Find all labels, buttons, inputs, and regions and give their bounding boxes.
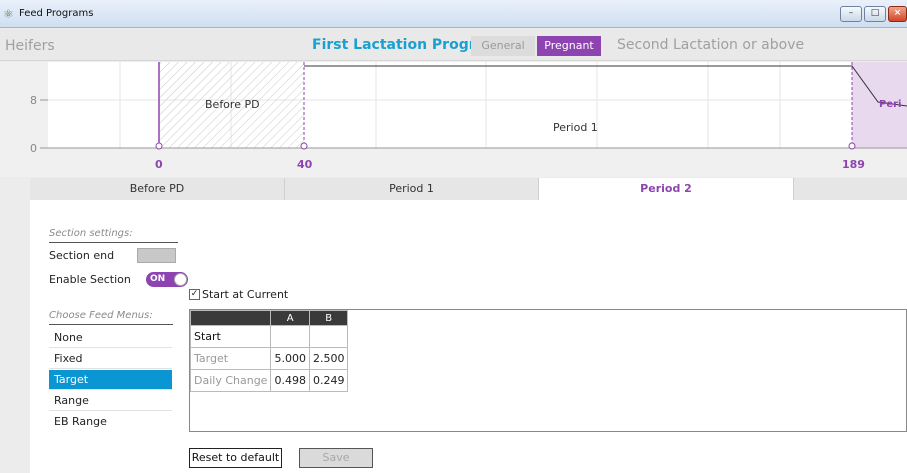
subtab-general[interactable]: General	[471, 36, 535, 56]
section-end-label: Section end	[49, 249, 115, 262]
cell-target-a[interactable]: 5.000	[270, 347, 310, 370]
section-settings-header: Section settings:	[49, 228, 133, 239]
row-label-target: Target	[189, 347, 272, 370]
reset-to-default-button[interactable]: Reset to default	[189, 448, 282, 468]
toggle-on-text: ON	[150, 274, 166, 284]
column-header-b: B	[308, 310, 349, 326]
marker-0-dot	[155, 142, 163, 150]
cell-daily-change-b[interactable]: 0.249	[308, 369, 349, 392]
tab-before-pd[interactable]: Before PD	[30, 178, 285, 200]
enable-section-toggle[interactable]: ON	[146, 272, 188, 287]
program-chart: Before PD Period 1 Peri 8 0 0 40 189	[0, 62, 907, 177]
menu-item-fixed[interactable]: Fixed	[49, 349, 172, 369]
restore-icon[interactable]: □	[864, 6, 886, 22]
title-bar	[0, 0, 907, 28]
start-at-current-checkbox[interactable]: ✓	[189, 289, 200, 300]
region-label-period2: Peri	[879, 99, 901, 110]
y-tick-8: 8	[30, 94, 37, 107]
x-tick-0: 0	[155, 158, 163, 171]
table-row: Daily Change 0.498 0.249	[189, 369, 349, 392]
y-tick-0: 0	[30, 142, 37, 155]
tab-period-1[interactable]: Period 1	[285, 178, 539, 200]
tab-period-extra[interactable]	[794, 178, 907, 200]
section-end-field[interactable]	[137, 248, 176, 263]
table-header-row: A B	[189, 310, 349, 326]
menu-item-eb-range[interactable]: EB Range	[49, 412, 172, 432]
section-settings-divider	[49, 242, 178, 243]
toggle-knob	[174, 273, 187, 286]
table-row: Start	[189, 325, 349, 348]
feed-grid: A B Start Target 5.000 2.500 Daily Chang…	[189, 309, 907, 432]
row-label-start: Start	[189, 325, 272, 348]
column-header-a: A	[270, 310, 310, 326]
marker-40-dot	[300, 142, 308, 150]
close-icon[interactable]: ×	[888, 6, 907, 22]
row-label-daily-change: Daily Change	[189, 369, 272, 392]
cell-start-b[interactable]	[308, 325, 349, 348]
x-tick-40: 40	[297, 158, 313, 171]
marker-189-dot	[848, 142, 856, 150]
x-tick-189: 189	[842, 158, 865, 171]
table-row: Target 5.000 2.500	[189, 347, 349, 370]
feed-table: A B Start Target 5.000 2.500 Daily Chang…	[189, 310, 349, 392]
start-at-current-label: Start at Current	[202, 288, 289, 301]
enable-section-label: Enable Section	[49, 273, 131, 286]
menu-item-target[interactable]: Target	[49, 370, 172, 390]
cow-icon: ⚛	[3, 7, 14, 21]
window-title: Feed Programs	[19, 8, 94, 19]
save-button[interactable]: Save	[299, 448, 373, 468]
menu-item-range[interactable]: Range	[49, 391, 172, 411]
subtab-pregnant[interactable]: Pregnant	[537, 36, 601, 56]
cell-start-a[interactable]	[270, 325, 310, 348]
column-header-corner	[189, 310, 272, 326]
region-label-period1: Period 1	[553, 121, 598, 134]
cell-target-b[interactable]: 2.500	[308, 347, 349, 370]
feed-menus-header: Choose Feed Menus:	[49, 310, 153, 321]
minimize-icon[interactable]: –	[840, 6, 862, 22]
feed-menus-divider	[49, 324, 173, 325]
cell-daily-change-a[interactable]: 0.498	[270, 369, 310, 392]
tab-heifers[interactable]: Heifers	[5, 38, 55, 54]
region-label-before-pd: Before PD	[205, 98, 260, 111]
menu-item-none[interactable]: None	[49, 328, 172, 348]
tab-period-2[interactable]: Period 2	[539, 178, 794, 200]
tab-second-lactation[interactable]: Second Lactation or above	[617, 37, 804, 53]
chart-svg: Before PD Period 1 Peri 8 0 0 40 189	[0, 62, 907, 177]
